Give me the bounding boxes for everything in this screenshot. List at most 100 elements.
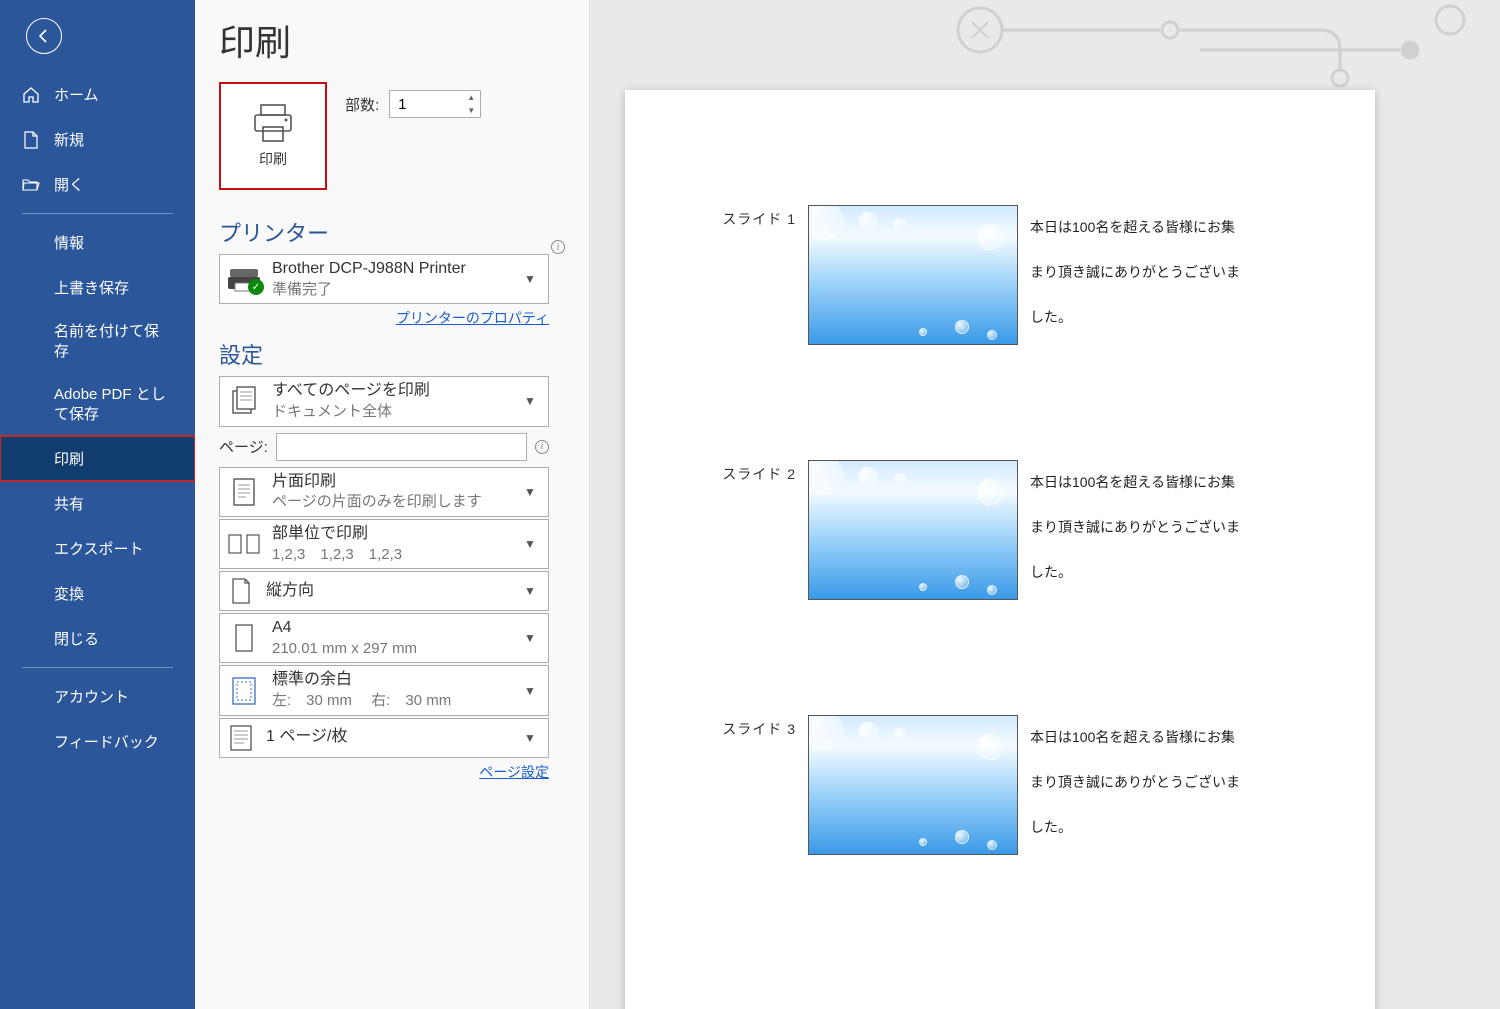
nav-info[interactable]: 情報 (0, 220, 195, 265)
nav-divider (22, 213, 173, 214)
nav-label: 名前を付けて保存 (54, 322, 173, 361)
copies-label: 部数: (345, 94, 379, 115)
home-icon (22, 86, 40, 104)
chevron-down-icon: ▼ (524, 684, 542, 698)
chevron-down-icon: ▼ (524, 584, 542, 598)
circuit-decoration-icon (900, 0, 1500, 90)
nav-label: 新規 (54, 129, 84, 150)
copies-field[interactable] (390, 91, 458, 117)
option-title: 縦方向 (266, 581, 514, 602)
nav-label: 情報 (54, 232, 84, 253)
slide-text: 本日は100名を超える皆様にお集まり頂き誠にありがとうございました。 (1018, 715, 1248, 849)
back-arrow-icon (35, 27, 53, 45)
pages-label: ページ: (219, 436, 268, 457)
nav-feedback[interactable]: フィードバック (0, 719, 195, 764)
portrait-icon (226, 576, 256, 606)
option-title: 部単位で印刷 (272, 524, 514, 545)
back-button[interactable] (26, 18, 62, 54)
chevron-down-icon: ▼ (524, 485, 542, 499)
copies-down[interactable]: ▼ (462, 104, 480, 117)
chevron-down-icon: ▼ (524, 631, 542, 645)
print-range-dropdown[interactable]: すべてのページを印刷 ドキュメント全体 ▼ (219, 376, 549, 426)
nav-label: アカウント (54, 686, 129, 707)
one-sided-icon (226, 474, 262, 510)
nav-convert[interactable]: 変換 (0, 571, 195, 616)
copies-up[interactable]: ▲ (462, 91, 480, 104)
orientation-dropdown[interactable]: 縦方向 ▼ (219, 571, 549, 611)
slide-row: スライド 2 本日は100名を超える皆様にお集まり頂き誠にありがとうございました… (720, 460, 1375, 600)
nav-label: 開く (54, 174, 84, 195)
nav-export[interactable]: エクスポート (0, 526, 195, 571)
printer-icon (251, 103, 295, 143)
slide-label: スライド 3 (720, 715, 808, 739)
print-button-label: 印刷 (259, 149, 287, 169)
copies-input[interactable]: ▲ ▼ (389, 90, 481, 118)
paper-size-dropdown[interactable]: A4 210.01 mm x 297 mm ▼ (219, 613, 549, 663)
backstage-sidebar: ホーム 新規 開く 情報 上書き保存 名前を付けて保存 Adobe PDF とし… (0, 0, 195, 1009)
margins-icon (226, 673, 262, 709)
nav-label: 上書き保存 (54, 277, 129, 298)
printer-name: Brother DCP-J988N Printer (272, 259, 514, 280)
option-title: 標準の余白 (272, 670, 514, 691)
chevron-down-icon: ▼ (524, 731, 542, 745)
nav-label: 閉じる (54, 628, 99, 649)
slide-text: 本日は100名を超える皆様にお集まり頂き誠にありがとうございました。 (1018, 460, 1248, 594)
nav-saveas[interactable]: 名前を付けて保存 (0, 310, 195, 373)
slide-row: スライド 3 本日は100名を超える皆様にお集まり頂き誠にありがとうございました… (720, 715, 1375, 855)
info-icon[interactable]: i (551, 240, 565, 254)
nav-label: 共有 (54, 493, 84, 514)
pages-input[interactable] (276, 433, 527, 461)
printer-status: 準備完了 (272, 280, 514, 300)
page-title: 印刷 (219, 14, 565, 66)
slide-text: 本日は100名を超える皆様にお集まり頂き誠にありがとうございました。 (1018, 205, 1248, 339)
nav-close[interactable]: 閉じる (0, 616, 195, 661)
option-subtitle: 210.01 mm x 297 mm (272, 639, 514, 659)
collate-icon (226, 526, 262, 562)
nav-account[interactable]: アカウント (0, 674, 195, 719)
sides-dropdown[interactable]: 片面印刷 ページの片面のみを印刷します ▼ (219, 467, 549, 517)
option-title: すべてのページを印刷 (272, 381, 514, 402)
page-setup-link[interactable]: ページ設定 (479, 764, 549, 780)
slide-thumbnail (808, 460, 1018, 600)
printer-properties-link[interactable]: プリンターのプロパティ (396, 310, 549, 326)
preview-paper: スライド 1 本日は100名を超える皆様にお集まり頂き誠にありがとうございました… (625, 90, 1375, 1009)
paper-size-icon (226, 620, 262, 656)
chevron-down-icon: ▼ (524, 272, 542, 286)
slide-thumbnail (808, 715, 1018, 855)
option-title: 片面印刷 (272, 472, 514, 493)
nav-adobe-pdf[interactable]: Adobe PDF として保存 (0, 373, 195, 436)
per-sheet-icon (226, 723, 256, 753)
option-subtitle: ドキュメント全体 (272, 402, 514, 422)
collate-dropdown[interactable]: 部単位で印刷 1,2,3 1,2,3 1,2,3 ▼ (219, 519, 549, 569)
nav-label: ホーム (54, 84, 99, 105)
print-settings-pane: 印刷 印刷 部数: ▲ ▼ プリンター i ✓ (195, 0, 590, 1009)
folder-open-icon (22, 176, 40, 194)
settings-section-title: 設定 (219, 338, 565, 370)
option-subtitle: 1,2,3 1,2,3 1,2,3 (272, 545, 514, 565)
page-icon (22, 131, 40, 149)
slide-row: スライド 1 本日は100名を超える皆様にお集まり頂き誠にありがとうございました… (720, 205, 1375, 345)
printer-dropdown[interactable]: ✓ Brother DCP-J988N Printer 準備完了 ▼ (219, 254, 549, 304)
chevron-down-icon: ▼ (524, 394, 542, 408)
nav-print[interactable]: 印刷 (0, 436, 195, 481)
margins-dropdown[interactable]: 標準の余白 左: 30 mm 右: 30 mm ▼ (219, 665, 549, 715)
print-button[interactable]: 印刷 (219, 82, 327, 190)
nav-new[interactable]: 新規 (0, 117, 195, 162)
nav-label: 印刷 (54, 448, 84, 469)
pages-per-sheet-dropdown[interactable]: 1 ページ/枚 ▼ (219, 718, 549, 758)
nav-share[interactable]: 共有 (0, 481, 195, 526)
slide-thumbnail (808, 205, 1018, 345)
printer-section-title: プリンター (219, 216, 329, 248)
nav-label: Adobe PDF として保存 (54, 385, 173, 424)
slide-label: スライド 1 (720, 205, 808, 229)
chevron-down-icon: ▼ (524, 537, 542, 551)
print-preview-pane: スライド 1 本日は100名を超える皆様にお集まり頂き誠にありがとうございました… (590, 0, 1500, 1009)
nav-save[interactable]: 上書き保存 (0, 265, 195, 310)
nav-label: 変換 (54, 583, 84, 604)
info-icon[interactable]: i (535, 440, 549, 454)
pages-icon (226, 383, 262, 419)
nav-open[interactable]: 開く (0, 162, 195, 207)
option-subtitle: 左: 30 mm 右: 30 mm (272, 691, 514, 711)
slide-label: スライド 2 (720, 460, 808, 484)
nav-home[interactable]: ホーム (0, 72, 195, 117)
